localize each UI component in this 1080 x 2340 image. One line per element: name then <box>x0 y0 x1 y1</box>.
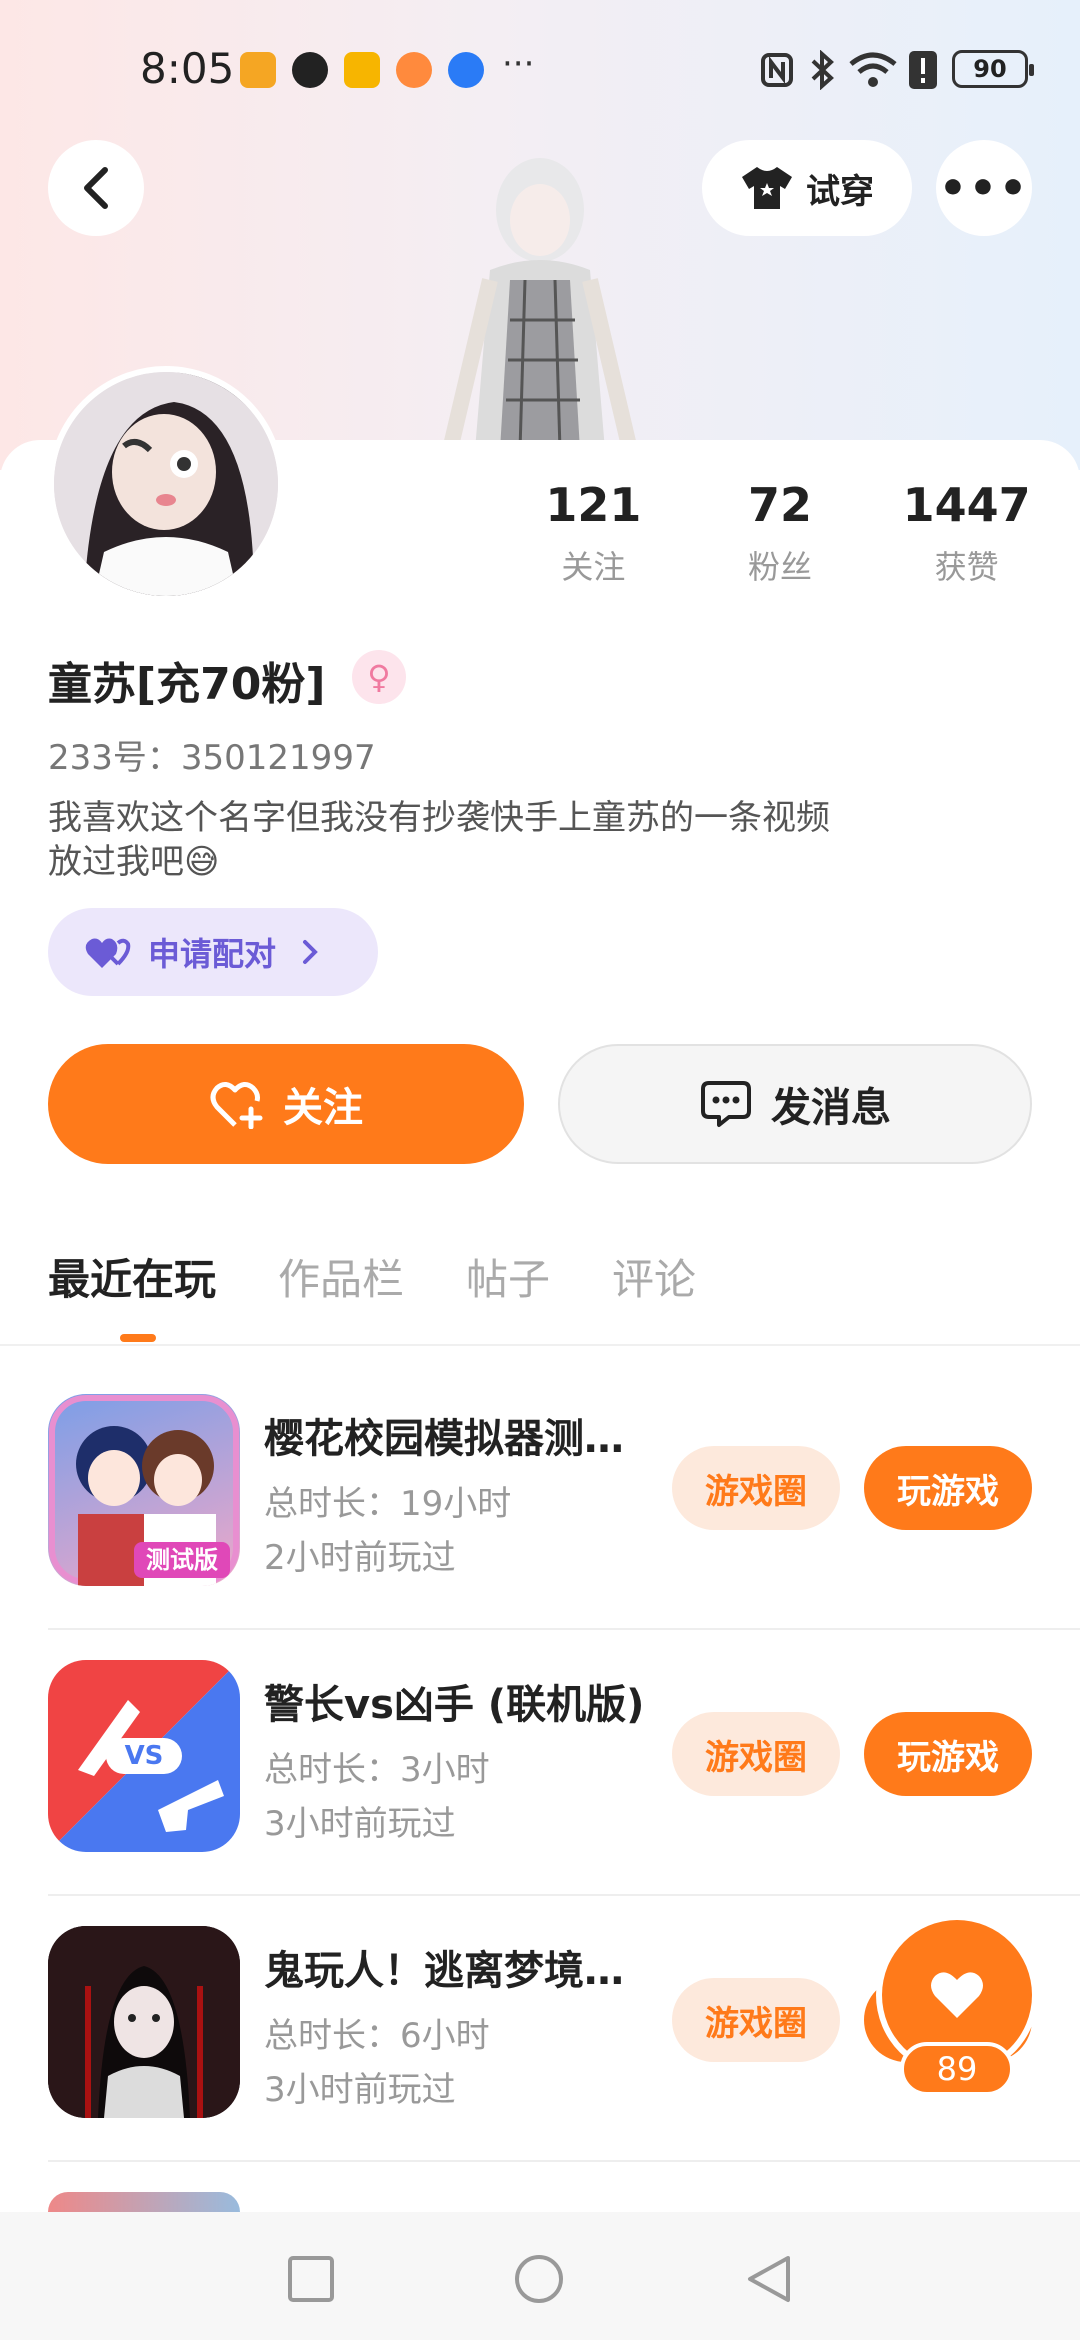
try-on-button[interactable]: 试穿 <box>702 140 912 236</box>
user-id: 233号：350121997 <box>48 738 376 778</box>
try-on-label: 试穿 <box>806 171 874 212</box>
heart-icon <box>931 1972 983 2018</box>
list-item[interactable]: VS 警长vs凶手 (联机版) 总时长：3小时 3小时前玩过 游戏圈 玩游戏 <box>0 1630 1080 1896</box>
tab-recently-played[interactable]: 最近在玩 <box>48 1246 216 1342</box>
request-pair-button[interactable]: 申请配对 <box>48 908 378 996</box>
wifi-icon <box>849 52 897 87</box>
game-app-icon <box>396 52 432 88</box>
game-icon-text: 测试版 <box>146 1546 218 1574</box>
game-last-played: 3小时前玩过 <box>264 2070 456 2110</box>
game-circle-button[interactable]: 游戏圈 <box>672 1978 840 2062</box>
game-circle-button[interactable]: 游戏圈 <box>672 1446 840 1530</box>
game-last-played: 3小时前玩过 <box>264 1804 456 1844</box>
bluetooth-icon <box>811 50 834 90</box>
follow-label: 关注 <box>283 1085 363 1131</box>
profile-name: 童苏[充70粉] <box>48 659 326 710</box>
double-heart-icon <box>85 938 131 968</box>
send-message-button[interactable]: 发消息 <box>558 1044 1032 1164</box>
clock: 8:05 <box>140 44 235 93</box>
game-duration: 总时长：6小时 <box>264 2016 490 2056</box>
chat-bubble-icon <box>701 1081 751 1127</box>
game-circle-button[interactable]: 游戏圈 <box>672 1712 840 1796</box>
list-item-partial <box>48 2192 240 2212</box>
more-notifications-icon: ··· <box>502 44 535 84</box>
request-pair-label: 申请配对 <box>148 935 277 973</box>
like-count-badge: 89 <box>900 2042 1014 2096</box>
alert-icon <box>909 51 937 89</box>
profile-tabs: 最近在玩 作品栏 帖子 评论 <box>48 1246 696 1342</box>
profile-bio: 我喜欢这个名字但我没有抄袭快手上童苏的一条视频 放过我吧😅 <box>48 796 948 884</box>
following-stat[interactable]: 121 关注 <box>500 478 687 588</box>
game-icon-sakura-school: 测试版 <box>48 1394 240 1586</box>
followers-count: 72 <box>748 478 813 532</box>
system-navigation-bar <box>0 2212 1080 2340</box>
tab-divider <box>0 1344 1080 1346</box>
game-title: 警长vs凶手 (联机版) <box>264 1682 645 1728</box>
app-icon <box>448 52 484 88</box>
likes-count: 1447 <box>902 478 1031 532</box>
back-button[interactable] <box>48 140 144 236</box>
home-icon[interactable] <box>514 2254 564 2304</box>
following-count: 121 <box>545 478 642 532</box>
game-title: 鬼玩人！逃离梦境… <box>264 1948 624 1994</box>
battery-indicator: 90 <box>952 50 1034 88</box>
list-item[interactable]: 测试版 樱花校园模拟器测… 总时长：19小时 2小时前玩过 游戏圈 玩游戏 <box>0 1364 1080 1630</box>
more-options-button[interactable]: ••• <box>936 140 1032 236</box>
game-icon-ghost-player <box>48 1926 240 2118</box>
tab-posts[interactable]: 帖子 <box>466 1246 550 1316</box>
mail-icon <box>344 52 380 88</box>
app-notification-icon <box>240 52 276 88</box>
avatar[interactable] <box>48 366 284 602</box>
chevron-right-icon <box>303 940 318 964</box>
tab-works[interactable]: 作品栏 <box>278 1246 404 1316</box>
game-icon-sheriff-vs-murderer: VS <box>48 1660 240 1852</box>
bio-line-1: 我喜欢这个名字但我没有抄袭快手上童苏的一条视频 <box>48 798 830 838</box>
tshirt-icon <box>742 167 792 209</box>
qq-penguin-icon <box>292 52 328 88</box>
send-message-label: 发消息 <box>771 1085 891 1131</box>
chevron-left-icon <box>84 167 108 209</box>
tab-comments[interactable]: 评论 <box>612 1246 696 1316</box>
more-dots-icon: ••• <box>938 162 1030 214</box>
list-divider <box>48 2160 1080 2162</box>
likes-stat[interactable]: 1447 获赞 <box>873 478 1060 588</box>
profile-stats: 121 关注 72 粉丝 1447 获赞 <box>500 478 1060 588</box>
followers-stat[interactable]: 72 粉丝 <box>687 478 874 588</box>
game-icon-text: VS <box>125 1741 164 1771</box>
nfc-icon <box>761 53 793 87</box>
following-label: 关注 <box>561 548 626 586</box>
play-game-button[interactable]: 玩游戏 <box>864 1446 1032 1530</box>
back-nav-icon[interactable] <box>744 2254 794 2304</box>
female-gender-icon: ♀ <box>352 650 406 704</box>
game-duration: 总时长：3小时 <box>264 1750 490 1790</box>
game-last-played: 2小时前玩过 <box>264 1538 456 1578</box>
game-duration: 总时长：19小时 <box>264 1484 512 1524</box>
recent-apps-icon[interactable] <box>286 2254 336 2304</box>
status-bar: 8:05 ··· 90 <box>0 0 1080 140</box>
avatar-character-3d <box>430 150 650 452</box>
likes-label: 获赞 <box>934 548 999 586</box>
followers-label: 粉丝 <box>748 548 813 586</box>
bio-line-2: 放过我吧😅 <box>48 842 220 882</box>
heart-plus-icon <box>210 1082 263 1129</box>
play-game-button[interactable]: 玩游戏 <box>864 1712 1032 1796</box>
game-title: 樱花校园模拟器测… <box>264 1416 624 1462</box>
follow-button[interactable]: 关注 <box>48 1044 524 1164</box>
